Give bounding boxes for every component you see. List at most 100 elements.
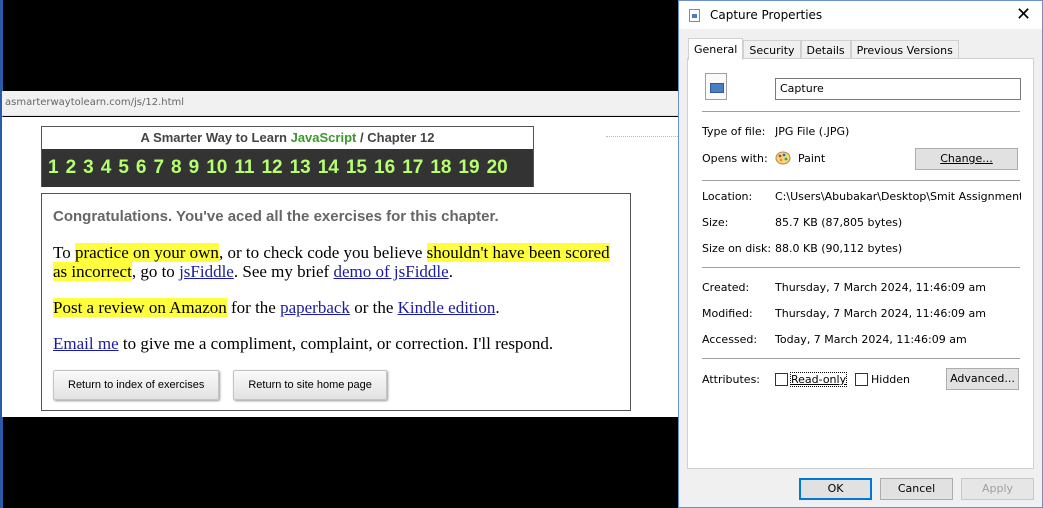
chapter-link[interactable]: 17: [402, 157, 423, 179]
address-bar[interactable]: asmarterwaytolearn.com/js/12.html: [2, 91, 678, 116]
chapter-header: A Smarter Way to Learn JavaScript / Chap…: [41, 126, 534, 187]
divider: [702, 111, 1020, 112]
text: . See my brief: [233, 262, 334, 281]
text: for the: [226, 298, 281, 317]
paint-app-icon: [775, 151, 791, 165]
chapter-link[interactable]: 12: [261, 157, 282, 179]
image-file-icon: [689, 9, 700, 22]
email-link[interactable]: Email me: [53, 334, 119, 353]
tab-strip: General Security Details Previous Versio…: [688, 38, 959, 60]
hidden-checkbox[interactable]: [855, 373, 868, 386]
hidden-label[interactable]: Hidden: [871, 373, 910, 386]
chapter-link[interactable]: 2: [66, 157, 77, 179]
chapter-link[interactable]: 14: [318, 157, 339, 179]
type-label: Type of file:: [702, 125, 766, 138]
chapter-link[interactable]: 18: [430, 157, 451, 179]
captured-browser-image: asmarterwaytolearn.com/js/12.html A Smar…: [0, 0, 678, 508]
congrats-heading: Congratulations. You've aced all the exe…: [53, 208, 499, 225]
chapter-link[interactable]: 5: [118, 157, 129, 179]
highlight: Post a review on Amazon: [53, 298, 227, 317]
chapter-link[interactable]: 10: [206, 157, 227, 179]
chapter-link[interactable]: 19: [458, 157, 479, 179]
divider: [702, 358, 1020, 359]
text: , or to check code you believe: [218, 243, 427, 262]
chapter-link[interactable]: 11: [234, 157, 254, 179]
chapter-link[interactable]: 7: [153, 157, 164, 179]
title-bar[interactable]: Capture Properties ✕: [679, 1, 1042, 29]
location-value: C:\Users\Abubakar\Desktop\Smit Assignmen…: [775, 190, 1021, 203]
text: To: [53, 243, 75, 262]
tab-general[interactable]: General: [688, 38, 744, 60]
close-icon[interactable]: ✕: [1016, 4, 1031, 25]
divider: [702, 267, 1020, 268]
chapter-link[interactable]: 13: [290, 157, 311, 179]
paperback-link[interactable]: paperback: [280, 298, 350, 317]
title-separator: /: [359, 130, 364, 145]
size-value: 85.7 KB (87,805 bytes): [775, 216, 903, 229]
email-paragraph: Email me to give me a compliment, compla…: [53, 334, 619, 353]
tab-details[interactable]: Details: [800, 40, 851, 59]
dotted-divider: [606, 136, 678, 137]
title-chapter: Chapter 12: [367, 130, 435, 145]
chapter-link[interactable]: 1: [48, 157, 59, 179]
chapter-link[interactable]: 8: [171, 157, 182, 179]
accessed-label: Accessed:: [702, 333, 758, 346]
jsfiddle-demo-link[interactable]: demo of jsFiddle: [333, 262, 448, 281]
web-page: A Smarter Way to Learn JavaScript / Chap…: [2, 117, 678, 417]
practice-paragraph: To practice on your own, or to check cod…: [53, 243, 619, 281]
disk-size-value: 88.0 KB (90,112 bytes): [775, 242, 903, 255]
chapter-link[interactable]: 9: [189, 157, 200, 179]
chapter-link[interactable]: 20: [487, 157, 508, 179]
image-file-icon: [705, 73, 727, 100]
chapter-link[interactable]: 6: [136, 157, 147, 179]
chapter-link[interactable]: 4: [101, 157, 112, 179]
highlight: practice on your own: [74, 243, 219, 262]
chapter-link[interactable]: 16: [374, 157, 395, 179]
ok-button[interactable]: OK: [799, 478, 872, 500]
accessed-value: Today, 7 March 2024, 11:46:09 am: [775, 333, 967, 346]
completion-box: Congratulations. You've aced all the exe…: [41, 193, 631, 411]
opens-label: Opens with:: [702, 152, 768, 165]
size-label: Size:: [702, 216, 729, 229]
modified-value: Thursday, 7 March 2024, 11:46:09 am: [775, 307, 987, 320]
readonly-checkbox[interactable]: [775, 373, 788, 386]
button-row: Return to index of exercises Return to s…: [53, 370, 619, 400]
text: .: [495, 298, 500, 317]
chapter-nav: 1 2 3 4 5 6 7 8 9 10 11 12 13 14 15 16 1…: [42, 149, 533, 187]
text: to give me a compliment, complaint, or c…: [118, 334, 554, 353]
return-index-button[interactable]: Return to index of exercises: [53, 370, 220, 400]
apply-button[interactable]: Apply: [961, 478, 1034, 500]
change-button-label: Change...: [940, 152, 993, 165]
created-label: Created:: [702, 281, 750, 294]
properties-dialog: Capture Properties ✕ General Security De…: [678, 0, 1043, 508]
cancel-button[interactable]: Cancel: [880, 478, 953, 500]
site-title: A Smarter Way to Learn JavaScript / Chap…: [42, 127, 533, 149]
title-javascript: JavaScript: [290, 130, 357, 145]
dialog-title: Capture Properties: [710, 8, 823, 22]
advanced-button[interactable]: Advanced...: [946, 368, 1019, 390]
chapter-link[interactable]: 15: [346, 157, 367, 179]
url-text: asmarterwaytolearn.com/js/12.html: [5, 97, 185, 108]
kindle-link[interactable]: Kindle edition: [398, 298, 496, 317]
file-name-field[interactable]: Capture: [775, 78, 1021, 100]
review-paragraph: Post a review on Amazon for the paperbac…: [53, 298, 619, 317]
return-home-button[interactable]: Return to site home page: [233, 370, 387, 400]
type-value: JPG File (.JPG): [775, 125, 850, 138]
title-prefix: A Smarter Way to Learn: [140, 130, 287, 145]
chapter-link[interactable]: 3: [83, 157, 94, 179]
attributes-label: Attributes:: [702, 373, 761, 386]
divider: [702, 180, 1020, 181]
change-button[interactable]: Change...: [915, 148, 1018, 170]
jsfiddle-link[interactable]: jsFiddle: [179, 262, 234, 281]
tab-previous-versions[interactable]: Previous Versions: [850, 40, 959, 59]
created-value: Thursday, 7 March 2024, 11:46:09 am: [775, 281, 987, 294]
text: , go to: [131, 262, 180, 281]
general-panel: Capture Type of file: JPG File (.JPG) Op…: [687, 58, 1034, 469]
modified-label: Modified:: [702, 307, 753, 320]
disk-size-label: Size on disk:: [702, 242, 772, 255]
readonly-label[interactable]: Read-only: [789, 372, 848, 387]
location-label: Location:: [702, 190, 753, 203]
opens-value: Paint: [798, 152, 826, 165]
tab-security[interactable]: Security: [743, 40, 801, 59]
text: .: [448, 262, 453, 281]
